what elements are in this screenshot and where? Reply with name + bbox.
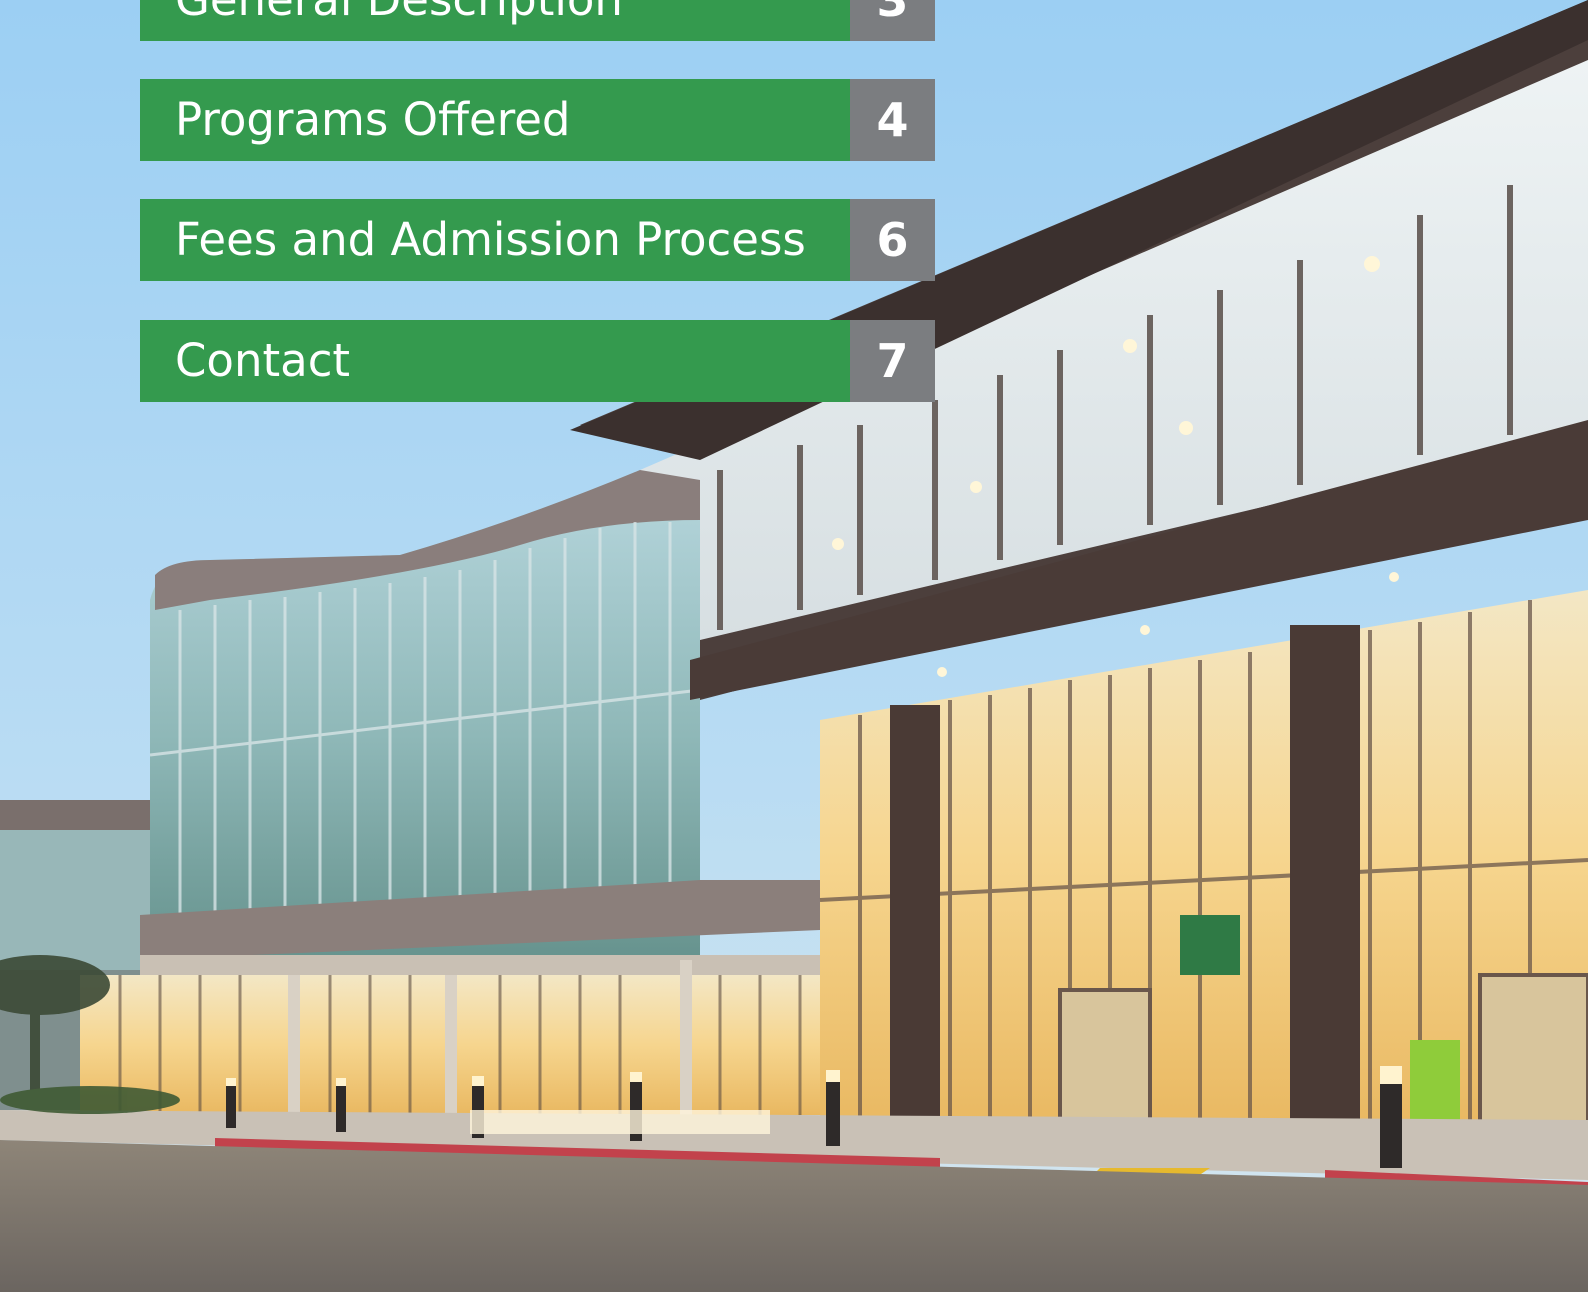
toc-item-general-description[interactable]: General Description 3 (140, 0, 935, 41)
toc-item-fees-admission[interactable]: Fees and Admission Process 6 (140, 199, 935, 281)
toc-item-contact[interactable]: Contact 7 (140, 320, 935, 402)
toc-item-title: Programs Offered (140, 79, 850, 161)
toc-item-programs-offered[interactable]: Programs Offered 4 (140, 79, 935, 161)
toc-item-title: Contact (140, 320, 850, 402)
toc-item-page-number: 7 (850, 320, 935, 402)
ground-floor-glass (80, 975, 840, 1115)
toc-item-title: General Description (140, 0, 850, 41)
toc-item-page-number: 3 (850, 0, 935, 41)
pillar (890, 705, 940, 1125)
toc-item-page-number: 6 (850, 199, 935, 281)
toc-item-page-number: 4 (850, 79, 935, 161)
toc-item-title: Fees and Admission Process (140, 199, 850, 281)
campus-building-photo (0, 0, 1588, 1292)
pillar (1290, 625, 1360, 1130)
